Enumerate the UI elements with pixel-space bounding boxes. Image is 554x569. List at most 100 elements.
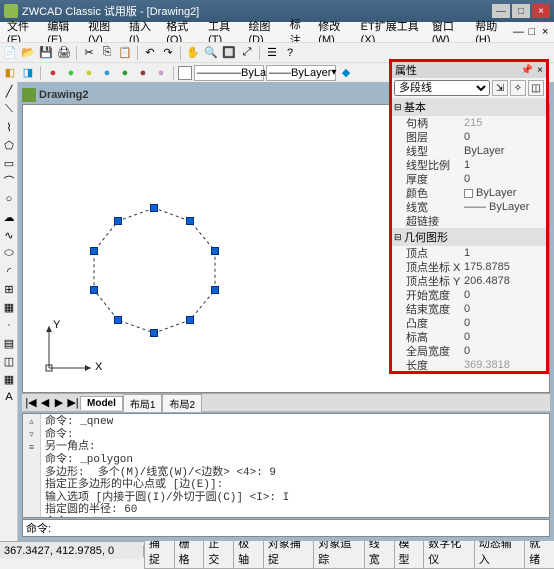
xline-icon[interactable]: ⟍ bbox=[1, 101, 17, 117]
prop-row[interactable]: 线型比例1 bbox=[392, 158, 546, 172]
mdi-close-button[interactable]: × bbox=[539, 26, 552, 38]
open-icon[interactable]: 📂 bbox=[20, 45, 36, 61]
prop-value[interactable]: 369.3818 bbox=[462, 359, 546, 371]
point-icon[interactable]: · bbox=[1, 317, 17, 333]
undo-icon[interactable]: ↶ bbox=[142, 45, 158, 61]
t2-icon[interactable]: ● bbox=[63, 65, 79, 81]
tab-nav[interactable]: ▶| bbox=[66, 396, 80, 409]
zoom-icon[interactable]: 🔍 bbox=[203, 45, 219, 61]
grip[interactable] bbox=[150, 329, 158, 337]
t3-icon[interactable]: ● bbox=[81, 65, 97, 81]
spline-icon[interactable]: ∿ bbox=[1, 227, 17, 243]
layout-tab[interactable]: 布局1 bbox=[123, 394, 163, 412]
line-icon[interactable]: ╱ bbox=[1, 83, 17, 99]
prop-value[interactable]: 215 bbox=[462, 117, 546, 129]
t5-icon[interactable]: ● bbox=[117, 65, 133, 81]
color-swatch[interactable] bbox=[178, 66, 192, 80]
prop-row[interactable]: 凸度0 bbox=[392, 316, 546, 330]
prop-value[interactable]: 0 bbox=[462, 331, 546, 343]
paste-icon[interactable]: 📋 bbox=[117, 45, 133, 61]
grip[interactable] bbox=[90, 247, 98, 255]
grip[interactable] bbox=[114, 316, 122, 324]
prop-row[interactable]: 句柄215 bbox=[392, 116, 546, 130]
t6-icon[interactable]: ● bbox=[135, 65, 151, 81]
layer-icon[interactable]: ◨ bbox=[20, 65, 36, 81]
layout-tab[interactable]: 布局2 bbox=[162, 394, 202, 412]
close-button[interactable]: × bbox=[532, 4, 550, 18]
grip[interactable] bbox=[211, 286, 219, 294]
grip[interactable] bbox=[186, 217, 194, 225]
prop-value[interactable]: 0 bbox=[462, 345, 546, 357]
pline-icon[interactable]: ⌇ bbox=[1, 119, 17, 135]
select-icon[interactable]: ◫ bbox=[528, 80, 544, 96]
save-icon[interactable]: 💾 bbox=[38, 45, 54, 61]
zoom-window-icon[interactable]: 🔲 bbox=[221, 45, 237, 61]
prop-row[interactable]: 线型ByLayer bbox=[392, 144, 546, 158]
layer-manager-icon[interactable]: ◧ bbox=[2, 65, 18, 81]
prop-row[interactable]: 顶点坐标 X175.8785 bbox=[392, 260, 546, 274]
prop-row[interactable]: 顶点坐标 Y206.4878 bbox=[392, 274, 546, 288]
mdi-min-button[interactable]: — bbox=[512, 26, 525, 38]
hatch-icon[interactable]: ▤ bbox=[1, 335, 17, 351]
prop-value[interactable]: 206.4878 bbox=[462, 275, 546, 287]
prop-row[interactable]: 标高0 bbox=[392, 330, 546, 344]
prop-value[interactable]: 0 bbox=[462, 289, 546, 301]
t7-icon[interactable]: ● bbox=[153, 65, 169, 81]
prop-value[interactable]: 1 bbox=[462, 247, 546, 259]
prop-row[interactable]: 超链接 bbox=[392, 214, 546, 228]
insert-icon[interactable]: ⊞ bbox=[1, 281, 17, 297]
layout-tab[interactable]: Model bbox=[80, 396, 123, 410]
table-icon[interactable]: ▦ bbox=[1, 371, 17, 387]
prop-value[interactable]: ByLayer bbox=[462, 145, 546, 157]
t4-icon[interactable]: ● bbox=[99, 65, 115, 81]
prop-row[interactable]: 颜色ByLayer bbox=[392, 186, 546, 200]
prop-row[interactable]: 长度369.3818 bbox=[392, 358, 546, 371]
ellipse-arc-icon[interactable]: ◜ bbox=[1, 263, 17, 279]
arc-icon[interactable]: ⌒ bbox=[1, 173, 17, 189]
prop-row[interactable]: 顶点1 bbox=[392, 246, 546, 260]
pickadd-icon[interactable]: ✧ bbox=[510, 80, 526, 96]
maximize-button[interactable]: □ bbox=[512, 4, 530, 18]
prop-category[interactable]: ⊟基本 bbox=[392, 98, 546, 116]
pan-icon[interactable]: ✋ bbox=[185, 45, 201, 61]
grip[interactable] bbox=[186, 316, 194, 324]
text-icon[interactable]: A bbox=[1, 389, 17, 405]
prop-value[interactable]: 0 bbox=[462, 131, 546, 143]
circle-icon[interactable]: ○ bbox=[1, 191, 17, 207]
grip[interactable] bbox=[114, 217, 122, 225]
rect-icon[interactable]: ▭ bbox=[1, 155, 17, 171]
mdi-max-button[interactable]: □ bbox=[525, 26, 538, 38]
object-type-select[interactable]: 多段线 bbox=[394, 80, 490, 96]
prop-value[interactable]: —— ByLayer bbox=[462, 201, 546, 213]
history-icon[interactable]: ≡ bbox=[29, 442, 34, 452]
lineweight-combo[interactable]: —— ByLayer ▾ bbox=[266, 65, 336, 81]
extra-icon[interactable]: ◆ bbox=[338, 65, 354, 81]
redo-icon[interactable]: ↷ bbox=[160, 45, 176, 61]
prop-row[interactable]: 厚度0 bbox=[392, 172, 546, 186]
tab-nav[interactable]: ◀ bbox=[38, 396, 52, 409]
prop-category[interactable]: ⊟几何图形 bbox=[392, 228, 546, 246]
quickselect-icon[interactable]: ⇲ bbox=[492, 80, 508, 96]
ellipse-icon[interactable]: ⬭ bbox=[1, 245, 17, 261]
grip[interactable] bbox=[90, 286, 98, 294]
pin-icon[interactable]: 📌 bbox=[521, 65, 533, 76]
print-icon[interactable]: 🖨 bbox=[56, 45, 72, 61]
properties-grid[interactable]: ⊟基本句柄215图层0线型ByLayer线型比例1厚度0颜色ByLayer线宽—… bbox=[392, 98, 546, 371]
prop-row[interactable]: 图层0 bbox=[392, 130, 546, 144]
region-icon[interactable]: ◫ bbox=[1, 353, 17, 369]
polygon-icon[interactable]: ⬠ bbox=[1, 137, 17, 153]
command-input[interactable]: 命令: bbox=[22, 519, 550, 537]
prop-value[interactable]: 175.8785 bbox=[462, 261, 546, 273]
linetype-combo[interactable]: ———— ByLayer ▾ bbox=[194, 65, 264, 81]
history-down-icon[interactable]: ▿ bbox=[29, 429, 34, 440]
prop-value[interactable]: 0 bbox=[462, 173, 546, 185]
grip[interactable] bbox=[211, 247, 219, 255]
history-up-icon[interactable]: ▵ bbox=[29, 416, 34, 427]
prop-value[interactable]: ByLayer bbox=[462, 187, 546, 199]
new-icon[interactable]: 📄 bbox=[2, 45, 18, 61]
cut-icon[interactable]: ✂ bbox=[81, 45, 97, 61]
prop-value[interactable]: 0 bbox=[462, 303, 546, 315]
help-icon[interactable]: ? bbox=[282, 45, 298, 61]
prop-row[interactable]: 全局宽度0 bbox=[392, 344, 546, 358]
properties-icon[interactable]: ☰ bbox=[264, 45, 280, 61]
